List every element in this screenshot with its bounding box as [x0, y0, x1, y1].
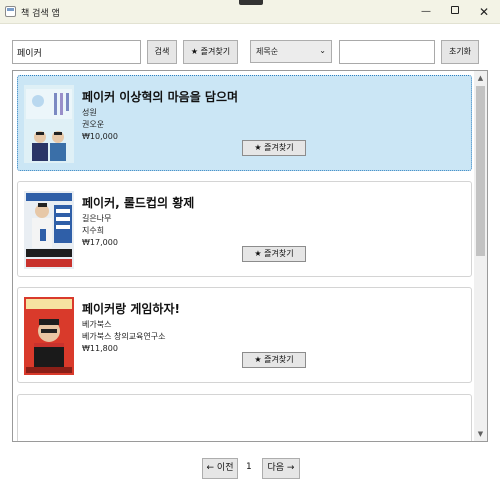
book-card[interactable]: 페이커, 롤드컵의 황제 길은나무 지수희 ₩17,000 ★ 즐겨찾기	[17, 181, 472, 277]
book-title: 페이커랑 게임하자!	[82, 302, 180, 316]
square-icon	[451, 6, 459, 14]
title-bar: 책 검색 앱 — ✕	[0, 0, 500, 24]
prev-page-button[interactable]: ← 이전	[202, 458, 238, 479]
window-title: 책 검색 앱	[21, 9, 60, 19]
book-price: ₩17,000	[82, 238, 118, 247]
book-publisher: 성원	[82, 108, 97, 117]
sort-select[interactable]: 제목순 ⌄	[250, 40, 332, 63]
scroll-thumb[interactable]	[476, 86, 485, 256]
sort-selected-value: 제목순	[256, 47, 279, 56]
book-card[interactable]: 페이커 이상혁의 마음을 담으며 성원 권오운 ₩10,000 ★ 즐겨찾기	[17, 75, 472, 171]
book-title: 페이커, 롤드컵의 황제	[82, 196, 195, 210]
book-publisher: 베가북스	[82, 320, 112, 329]
scroll-down-icon[interactable]: ▼	[474, 428, 487, 440]
add-favorite-button[interactable]: ★ 즐겨찾기	[242, 352, 306, 368]
book-card[interactable]	[17, 394, 472, 441]
maximize-button[interactable]	[441, 0, 469, 24]
search-button[interactable]: 검색	[147, 40, 177, 64]
chevron-down-icon: ⌄	[319, 45, 326, 55]
book-publisher: 길은나무	[82, 214, 112, 223]
reset-button[interactable]: 초기화	[441, 40, 479, 64]
book-cover-image	[24, 191, 74, 269]
add-favorite-button[interactable]: ★ 즐겨찾기	[242, 246, 306, 262]
list-scrollbar[interactable]: ▲ ▼	[474, 71, 487, 441]
title-notch	[239, 0, 263, 5]
book-author: 베가북스 창의교육연구소	[82, 332, 166, 341]
book-cover-image	[24, 297, 74, 375]
page-number: 1	[246, 462, 252, 472]
app-icon	[5, 6, 16, 17]
close-button[interactable]: ✕	[470, 0, 498, 24]
book-price: ₩10,000	[82, 132, 118, 141]
favorites-button[interactable]: ★ 즐겨찾기	[183, 40, 238, 64]
book-author: 권오운	[82, 120, 105, 129]
book-author: 지수희	[82, 226, 105, 235]
filter-input[interactable]	[339, 40, 435, 64]
book-price: ₩11,800	[82, 344, 118, 353]
next-page-button[interactable]: 다음 →	[262, 458, 300, 479]
scroll-up-icon[interactable]: ▲	[474, 72, 487, 84]
add-favorite-button[interactable]: ★ 즐겨찾기	[242, 140, 306, 156]
book-list[interactable]: 페이커 이상혁의 마음을 담으며 성원 권오운 ₩10,000 ★ 즐겨찾기 페…	[12, 70, 488, 442]
book-title: 페이커 이상혁의 마음을 담으며	[82, 90, 239, 104]
book-card[interactable]: 페이커랑 게임하자! 베가북스 베가북스 창의교육연구소 ₩11,800 ★ 즐…	[17, 287, 472, 383]
book-cover-image	[24, 85, 74, 163]
minimize-button[interactable]: —	[412, 0, 440, 24]
search-input[interactable]	[12, 40, 141, 64]
